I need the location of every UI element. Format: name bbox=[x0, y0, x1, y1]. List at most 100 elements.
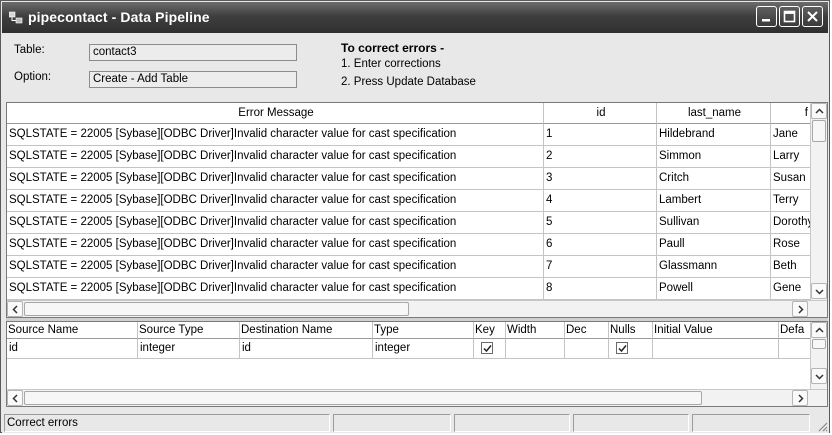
id-cell[interactable]: 7 bbox=[544, 256, 657, 278]
status-panel-4 bbox=[573, 414, 689, 432]
error-grid-vertical-scrollbar[interactable] bbox=[810, 103, 827, 300]
first-name-cell[interactable]: Larry bbox=[771, 146, 810, 168]
maximize-button[interactable] bbox=[779, 6, 800, 27]
source-type-cell[interactable]: integer bbox=[138, 339, 240, 359]
key-checkbox[interactable] bbox=[481, 342, 493, 354]
key-checkbox-cell[interactable] bbox=[474, 339, 506, 359]
width-cell[interactable] bbox=[506, 339, 565, 359]
vertical-scroll-thumb[interactable] bbox=[812, 120, 826, 142]
last-name-cell[interactable]: Paull bbox=[657, 234, 771, 256]
first-name-cell[interactable]: Dorothy bbox=[771, 212, 810, 234]
id-cell[interactable]: 5 bbox=[544, 212, 657, 234]
column-header-type[interactable]: Type bbox=[373, 322, 474, 339]
column-header-default[interactable]: Defa bbox=[779, 322, 810, 339]
checkmark-icon bbox=[618, 345, 627, 353]
id-cell[interactable]: 1 bbox=[544, 124, 657, 146]
close-button[interactable] bbox=[802, 6, 823, 27]
nulls-checkbox-cell[interactable] bbox=[609, 339, 653, 359]
error-row[interactable]: SQLSTATE = 22005 [Sybase][ODBC Driver]In… bbox=[7, 278, 810, 300]
first-name-cell[interactable]: Rose bbox=[771, 234, 810, 256]
chevron-down-icon bbox=[815, 289, 824, 295]
last-name-cell[interactable]: Glassmann bbox=[657, 256, 771, 278]
scroll-right-button[interactable] bbox=[792, 390, 808, 406]
error-row[interactable]: SQLSTATE = 22005 [Sybase][ODBC Driver]In… bbox=[7, 212, 810, 234]
error-row[interactable]: SQLSTATE = 22005 [Sybase][ODBC Driver]In… bbox=[7, 256, 810, 278]
resize-grip-icon[interactable] bbox=[816, 420, 828, 432]
last-name-cell[interactable]: Lambert bbox=[657, 190, 771, 212]
column-header-id[interactable]: id bbox=[544, 103, 657, 124]
initial-value-cell[interactable] bbox=[653, 339, 779, 359]
column-grid-vertical-scrollbar[interactable] bbox=[810, 322, 827, 389]
destination-name-cell[interactable]: id bbox=[240, 339, 373, 359]
chevron-up-icon bbox=[815, 327, 824, 333]
error-row[interactable]: SQLSTATE = 22005 [Sybase][ODBC Driver]In… bbox=[7, 168, 810, 190]
first-name-cell[interactable]: Jane bbox=[771, 124, 810, 146]
error-row[interactable]: SQLSTATE = 22005 [Sybase][ODBC Driver]In… bbox=[7, 190, 810, 212]
column-header-nulls[interactable]: Nulls bbox=[609, 322, 653, 339]
scroll-up-button[interactable] bbox=[811, 103, 827, 119]
horizontal-scroll-thumb[interactable] bbox=[24, 302, 409, 316]
default-cell[interactable] bbox=[779, 339, 810, 359]
id-cell[interactable]: 2 bbox=[544, 146, 657, 168]
instruction-step-1: 1. Enter corrections bbox=[341, 58, 441, 70]
source-name-cell[interactable]: id bbox=[7, 339, 138, 359]
last-name-cell[interactable]: Powell bbox=[657, 278, 771, 300]
nulls-checkbox[interactable] bbox=[616, 342, 628, 354]
id-cell[interactable]: 8 bbox=[544, 278, 657, 300]
pipeline-app-icon bbox=[9, 11, 23, 24]
last-name-cell[interactable]: Hildebrand bbox=[657, 124, 771, 146]
error-row[interactable]: SQLSTATE = 22005 [Sybase][ODBC Driver]In… bbox=[7, 146, 810, 168]
id-cell[interactable]: 3 bbox=[544, 168, 657, 190]
instruction-step-2: 2. Press Update Database bbox=[341, 76, 476, 88]
column-header-destination-name[interactable]: Destination Name bbox=[240, 322, 373, 339]
column-header-key[interactable]: Key bbox=[474, 322, 506, 339]
error-message-cell: SQLSTATE = 22005 [Sybase][ODBC Driver]In… bbox=[7, 168, 544, 190]
error-message-cell: SQLSTATE = 22005 [Sybase][ODBC Driver]In… bbox=[7, 212, 544, 234]
option-field: Create - Add Table bbox=[89, 71, 297, 88]
column-header-initial-value[interactable]: Initial Value bbox=[653, 322, 779, 339]
column-row[interactable]: id integer id integer bbox=[7, 339, 810, 359]
error-row[interactable]: SQLSTATE = 22005 [Sybase][ODBC Driver]In… bbox=[7, 124, 810, 146]
error-grid-horizontal-scrollbar[interactable] bbox=[7, 300, 827, 317]
column-header-first-name[interactable]: f bbox=[771, 103, 810, 124]
vertical-scroll-thumb[interactable] bbox=[812, 339, 826, 349]
status-message: Correct errors bbox=[4, 414, 330, 432]
scroll-up-button[interactable] bbox=[811, 322, 827, 338]
horizontal-scroll-thumb[interactable] bbox=[24, 391, 702, 405]
column-header-error-message[interactable]: Error Message bbox=[7, 103, 544, 124]
first-name-cell[interactable]: Gene bbox=[771, 278, 810, 300]
chevron-up-icon bbox=[815, 108, 824, 114]
id-cell[interactable]: 6 bbox=[544, 234, 657, 256]
first-name-cell[interactable]: Susan bbox=[771, 168, 810, 190]
instructions-title: To correct errors - bbox=[341, 41, 445, 55]
first-name-cell[interactable]: Terry bbox=[771, 190, 810, 212]
last-name-cell[interactable]: Critch bbox=[657, 168, 771, 190]
column-header-width[interactable]: Width bbox=[506, 322, 565, 339]
data-pipeline-window: pipecontact - Data Pipeline Table: conta… bbox=[0, 0, 830, 433]
title-bar[interactable]: pipecontact - Data Pipeline bbox=[2, 2, 828, 33]
column-header-source-type[interactable]: Source Type bbox=[138, 322, 240, 339]
column-header-dec[interactable]: Dec bbox=[565, 322, 609, 339]
id-cell[interactable]: 4 bbox=[544, 190, 657, 212]
last-name-cell[interactable]: Simmon bbox=[657, 146, 771, 168]
column-header-source-name[interactable]: Source Name bbox=[7, 322, 138, 339]
error-message-cell: SQLSTATE = 22005 [Sybase][ODBC Driver]In… bbox=[7, 124, 544, 146]
window-title: pipecontact - Data Pipeline bbox=[28, 9, 210, 25]
scroll-right-button[interactable] bbox=[792, 301, 808, 317]
dec-cell[interactable] bbox=[565, 339, 609, 359]
last-name-cell[interactable]: Sullivan bbox=[657, 212, 771, 234]
scroll-left-button[interactable] bbox=[7, 301, 23, 317]
close-icon bbox=[807, 11, 818, 22]
column-grid-horizontal-scrollbar[interactable] bbox=[7, 389, 827, 406]
minimize-icon bbox=[762, 19, 770, 22]
column-header-last-name[interactable]: last_name bbox=[657, 103, 771, 124]
error-row[interactable]: SQLSTATE = 22005 [Sybase][ODBC Driver]In… bbox=[7, 234, 810, 256]
error-grid[interactable]: Error Message id last_name f SQLSTATE = … bbox=[6, 102, 828, 318]
minimize-button[interactable] bbox=[756, 6, 777, 27]
column-mapping-grid[interactable]: Source Name Source Type Destination Name… bbox=[6, 321, 828, 407]
scroll-left-button[interactable] bbox=[7, 390, 23, 406]
scroll-down-button[interactable] bbox=[811, 283, 827, 299]
type-cell[interactable]: integer bbox=[373, 339, 474, 359]
first-name-cell[interactable]: Beth bbox=[771, 256, 810, 278]
scroll-down-button[interactable] bbox=[811, 368, 827, 384]
